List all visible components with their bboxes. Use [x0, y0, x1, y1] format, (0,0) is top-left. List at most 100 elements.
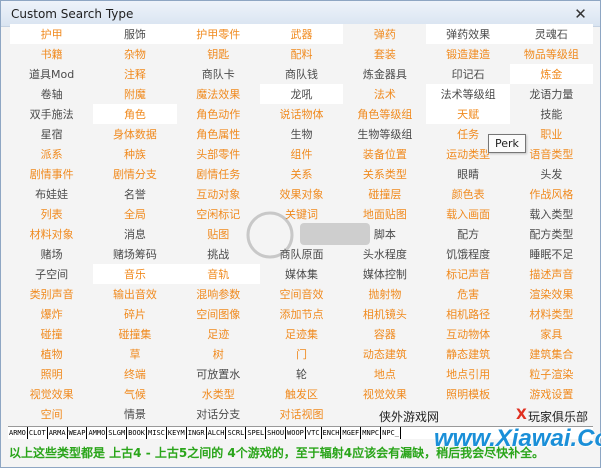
type-cell[interactable]: 消息 — [93, 224, 177, 244]
type-tag[interactable]: SHOU — [266, 427, 287, 439]
type-cell[interactable]: 视觉效果 — [10, 384, 94, 404]
type-cell[interactable]: 爆炸 — [10, 304, 94, 324]
type-tag[interactable]: ALCH — [207, 427, 227, 439]
type-cell[interactable]: 描述声音 — [509, 264, 594, 284]
type-tag[interactable]: WOOP — [286, 427, 306, 439]
type-cell[interactable]: 载入画面 — [426, 204, 510, 224]
type-cell[interactable]: 输出音效 — [93, 284, 177, 304]
type-tag[interactable]: SPEL — [246, 427, 267, 439]
type-cell[interactable]: 附魔 — [93, 84, 177, 104]
type-cell[interactable]: 碰撞层 — [343, 184, 427, 204]
type-tag[interactable]: ARMA — [48, 427, 68, 439]
type-cell[interactable]: 印记石 — [426, 64, 510, 84]
type-cell[interactable]: 关系 — [259, 164, 344, 184]
type-cell[interactable]: 派系 — [10, 144, 94, 164]
type-cell[interactable]: 角色等级组 — [343, 104, 427, 124]
type-cell[interactable]: 音乐 — [93, 264, 177, 284]
type-cell[interactable]: 物品等级组 — [509, 44, 594, 64]
type-cell[interactable]: 魔法效果 — [176, 84, 260, 104]
type-cell[interactable]: 足迹 — [176, 324, 260, 344]
type-cell[interactable]: 碰撞集 — [93, 324, 177, 344]
type-cell[interactable]: 终端 — [93, 364, 177, 384]
type-cell[interactable]: 碰撞 — [10, 324, 94, 344]
type-cell[interactable]: 粒子渲染 — [509, 364, 594, 384]
type-cell[interactable]: 类别声音 — [10, 284, 94, 304]
type-cell[interactable]: 龙语力量 — [509, 84, 594, 104]
type-cell[interactable]: 剧情事件 — [10, 164, 94, 184]
type-cell[interactable]: 空间音效 — [259, 284, 344, 304]
type-cell[interactable]: 睡眠不足 — [509, 244, 594, 264]
type-cell[interactable]: 商队卡 — [176, 64, 260, 84]
type-cell[interactable]: 炼金 — [509, 64, 594, 84]
type-tag[interactable]: CLOT — [28, 427, 48, 439]
type-cell[interactable]: 商队钱 — [259, 64, 344, 84]
type-cell[interactable]: 混响参数 — [176, 284, 260, 304]
type-cell[interactable]: 武器 — [259, 24, 344, 44]
type-cell[interactable]: 角色属性 — [176, 124, 260, 144]
type-cell[interactable]: 服饰 — [93, 24, 177, 44]
type-cell[interactable]: 饥饿程度 — [426, 244, 510, 264]
type-cell[interactable]: 载入类型 — [509, 204, 594, 224]
type-cell[interactable]: 装备位置 — [343, 144, 427, 164]
type-cell[interactable]: 触发区 — [259, 384, 344, 404]
type-cell[interactable]: 添加节点 — [259, 304, 344, 324]
type-cell[interactable]: 作战风格 — [509, 184, 594, 204]
type-cell[interactable]: 注释 — [93, 64, 177, 84]
type-cell[interactable]: 草 — [93, 344, 177, 364]
type-cell[interactable]: 对话视图 — [259, 404, 344, 424]
type-cell[interactable]: 水类型 — [176, 384, 260, 404]
type-cell[interactable]: 剧情任务 — [176, 164, 260, 184]
type-cell[interactable]: 轮 — [259, 364, 344, 384]
type-cell[interactable]: 生物等级组 — [343, 124, 427, 144]
type-cell[interactable]: 配方类型 — [509, 224, 594, 244]
type-cell[interactable]: 门 — [259, 344, 344, 364]
type-cell[interactable]: 锻造建造 — [426, 44, 510, 64]
type-cell[interactable]: 互动物体 — [426, 324, 510, 344]
type-cell[interactable]: 材料对象 — [10, 224, 94, 244]
type-cell[interactable]: 种族 — [93, 144, 177, 164]
type-tag[interactable]: MISC — [147, 427, 167, 439]
type-cell[interactable]: 赌场筹码 — [93, 244, 177, 264]
type-cell[interactable]: 护甲 — [10, 24, 94, 44]
type-cell[interactable]: 双手施法 — [10, 104, 94, 124]
type-cell[interactable]: 子空间 — [10, 264, 94, 284]
type-cell[interactable]: 炼金器具 — [343, 64, 427, 84]
type-cell[interactable]: 植物 — [10, 344, 94, 364]
type-cell[interactable]: 动态建筑 — [343, 344, 427, 364]
type-cell[interactable]: 标记声音 — [426, 264, 510, 284]
type-cell[interactable]: 杂物 — [93, 44, 177, 64]
type-cell[interactable]: 法术等级组 — [426, 84, 510, 104]
type-tag[interactable]: ENCH — [322, 427, 342, 439]
type-cell[interactable]: 列表 — [10, 204, 94, 224]
type-cell[interactable]: 媒体集 — [259, 264, 344, 284]
type-cell[interactable]: 布娃娃 — [10, 184, 94, 204]
type-cell[interactable]: 赌场 — [10, 244, 94, 264]
type-cell[interactable]: 剧情分支 — [93, 164, 177, 184]
type-cell[interactable]: 容器 — [343, 324, 427, 344]
type-cell[interactable]: 地点 — [343, 364, 427, 384]
type-cell[interactable]: 龙吼 — [259, 84, 344, 104]
type-cell[interactable]: 头部零件 — [176, 144, 260, 164]
type-cell[interactable]: 对话分支 — [176, 404, 260, 424]
type-cell[interactable]: 游戏设置 — [509, 384, 594, 404]
type-cell[interactable]: 照明 — [10, 364, 94, 384]
type-cell[interactable]: 技能 — [509, 104, 594, 124]
type-cell[interactable]: 媒体控制 — [343, 264, 427, 284]
type-cell[interactable]: 配方 — [426, 224, 510, 244]
type-cell[interactable]: 照明模板 — [426, 384, 510, 404]
type-tag[interactable]: NPC_ — [381, 427, 401, 439]
type-cell[interactable]: 空间图像 — [176, 304, 260, 324]
type-cell[interactable]: 关系类型 — [343, 164, 427, 184]
type-cell[interactable]: 灵魂石 — [509, 24, 594, 44]
type-tag[interactable]: SCRL — [226, 427, 247, 439]
type-cell[interactable]: 足迹集 — [259, 324, 344, 344]
type-tag[interactable]: KEYM — [167, 427, 187, 439]
type-cell[interactable]: 材料类型 — [509, 304, 594, 324]
type-cell[interactable]: 气候 — [93, 384, 177, 404]
type-cell[interactable]: 碎片 — [93, 304, 177, 324]
type-tag[interactable]: BOOK — [127, 427, 148, 439]
type-cell[interactable]: 视觉效果 — [343, 384, 427, 404]
type-cell[interactable]: 头发 — [509, 164, 594, 184]
type-cell[interactable]: 卷轴 — [10, 84, 94, 104]
type-cell[interactable]: 护甲零件 — [176, 24, 260, 44]
